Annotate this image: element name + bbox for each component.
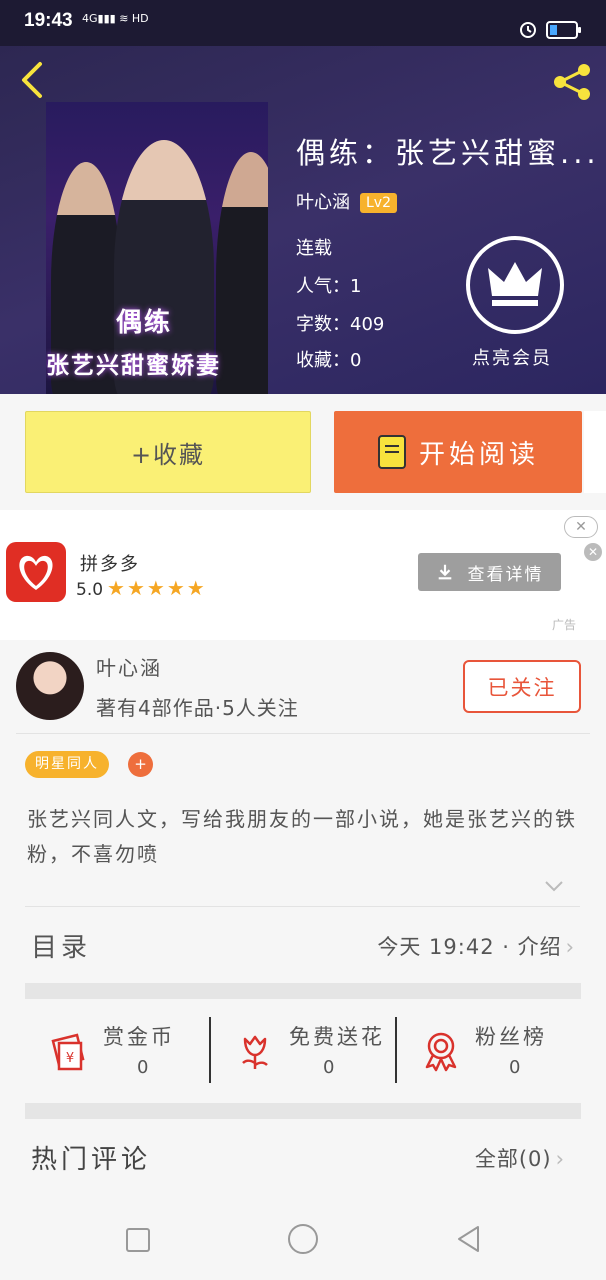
reward-coins-label: 赏金币 [103,1025,175,1049]
table-of-contents-row[interactable]: 目录 今天 19:42 · 介绍 › [25,907,581,983]
fan-ranking-label: 粉丝榜 [475,1025,547,1049]
battery-icon [546,21,581,39]
author-name[interactable]: 叶心涵 [96,652,162,681]
ad-detail-button[interactable]: 查看详情 [418,553,561,591]
home-button[interactable] [288,1224,318,1254]
star-rating-icon: ★★★★★ [107,576,207,600]
vip-crown-button[interactable] [466,236,564,334]
book-title: 偶练：张艺兴甜蜜... [296,136,600,170]
ad-app-name: 拼多多 [80,554,140,575]
author-level-badge: Lv2 [360,193,397,213]
medal-icon [425,1032,457,1072]
book-word-count: 字数：409 [296,314,385,335]
start-reading-label: 开始阅读 [418,439,539,470]
reward-coins-value: 0 [137,1057,149,1078]
system-nav-bar [0,1200,606,1280]
book-favorites: 收藏：0 [296,350,362,371]
follow-button[interactable]: 已关注 [463,660,581,713]
author-card: 叶心涵 著有4部作品·5人关注 已关注 [0,640,606,734]
book-cover[interactable]: 偶练 张艺兴甜蜜娇妻 [46,102,268,394]
ad-close-button[interactable]: ✕ [564,516,598,538]
crown-icon [488,262,542,306]
book-icon [377,435,406,469]
status-time: 19:43 [24,10,73,31]
ad-banner[interactable]: 拼多多 5.0 ★★★★★ 查看详情 ✕ ✕ 广告 [0,510,606,640]
back-arrow-icon[interactable] [18,60,48,100]
support-stats: ¥ 赏金币 0 免费送花 0 粉丝榜 0 [25,999,581,1103]
pinduoduo-logo [6,542,66,602]
add-favorite-button[interactable]: +收藏 [25,411,311,493]
chevron-right-icon: › [555,1147,565,1171]
book-header: 偶练 张艺兴甜蜜娇妻 偶练：张艺兴甜蜜... 叶心涵 Lv2 连载 人气：1 字数… [0,46,606,394]
toc-label: 目录 [31,933,92,963]
free-flowers-label: 免费送花 [289,1025,385,1049]
recent-apps-button[interactable] [126,1228,150,1252]
book-status: 连载 [296,238,332,259]
divider [16,733,590,734]
section-separator [25,1103,581,1119]
flower-icon [242,1035,268,1069]
ad-dismiss-icon[interactable]: ✕ [584,543,602,561]
book-synopsis: 张艺兴同人文，写给我朋友的一部小说，她是张艺兴的铁粉，不喜勿喷 [27,807,577,866]
svg-text:¥: ¥ [66,1051,74,1066]
status-bar: 19:43 4G▮▮▮ ≋ HD [0,0,606,46]
book-author-row: 叶心涵 Lv2 [296,188,397,214]
vip-label[interactable]: 点亮会员 [472,344,552,370]
fan-ranking-stat[interactable]: 粉丝榜 0 [397,999,582,1103]
hot-comments-label: 热门评论 [31,1145,152,1175]
chevron-down-icon[interactable] [544,880,564,892]
book-popularity: 人气：1 [296,276,362,297]
cover-subtitle: 张艺兴甜蜜娇妻 [46,353,221,379]
toc-update-info: 今天 19:42 · 介绍 › [377,935,575,959]
book-author[interactable]: 叶心涵 [296,192,350,213]
author-avatar[interactable] [16,652,84,720]
share-icon[interactable] [548,58,596,106]
network-indicator: 4G▮▮▮ ≋ HD [82,12,149,25]
reward-coins-stat[interactable]: ¥ 赏金币 0 [25,999,210,1103]
free-flowers-value: 0 [323,1057,335,1078]
all-comments-link[interactable]: 全部(0) › [475,1143,565,1173]
chevron-right-icon: › [565,935,575,959]
hot-comments-row[interactable]: 热门评论 全部(0) › [25,1119,581,1195]
category-tag[interactable]: 明星同人 [25,751,109,778]
fan-ranking-value: 0 [509,1057,521,1078]
cover-title: 偶练 [116,308,173,338]
free-flowers-stat[interactable]: 免费送花 0 [211,999,396,1103]
back-triangle-icon[interactable] [454,1224,484,1254]
ad-label: 广告 [552,618,577,632]
start-reading-button[interactable]: 开始阅读 [334,411,582,493]
alarm-icon [520,22,536,38]
red-envelope-icon: ¥ [51,1033,85,1071]
ad-rating: 5.0 ★★★★★ [76,576,207,600]
section-separator [25,983,581,999]
add-tag-button[interactable]: + [128,752,153,777]
action-bar: +收藏 开始阅读 [0,394,606,510]
download-icon [438,564,451,580]
author-stats: 著有4部作品·5人关注 [96,696,299,720]
